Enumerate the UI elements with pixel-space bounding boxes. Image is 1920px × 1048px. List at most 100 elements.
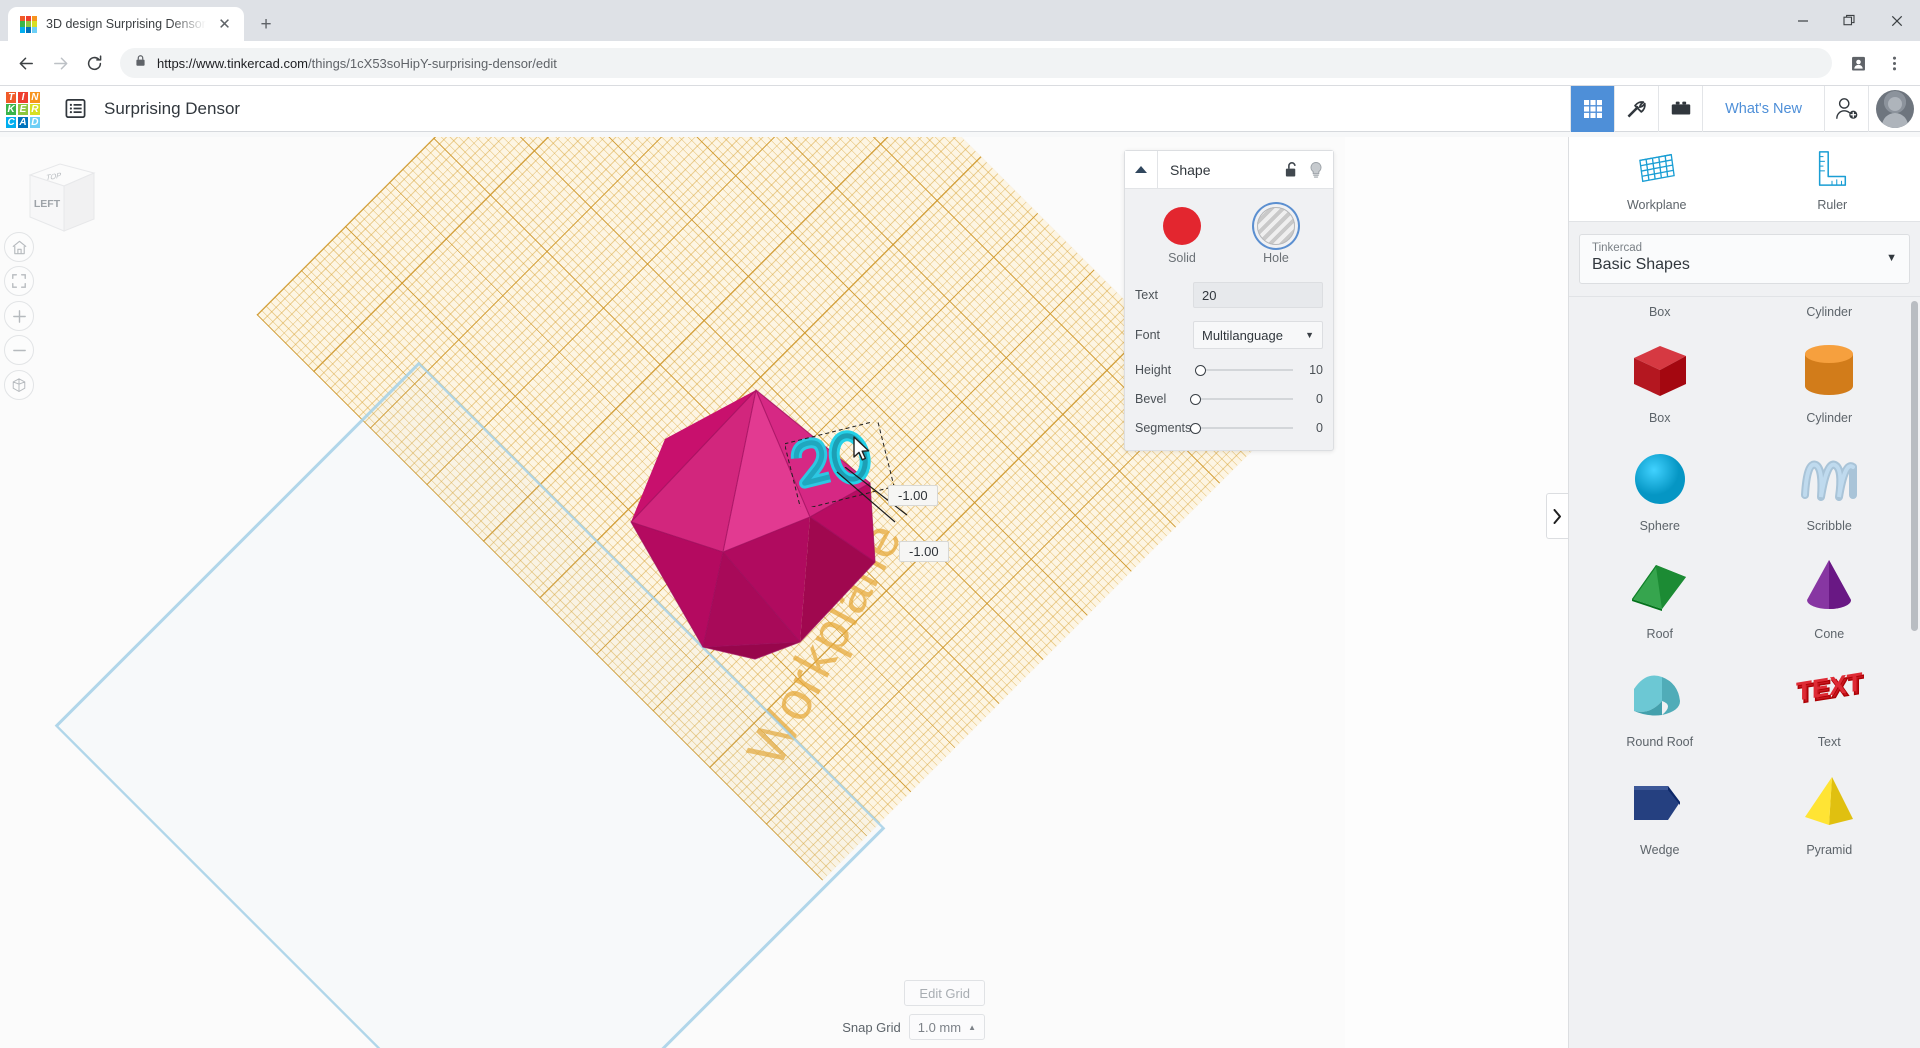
svg-text:TEXT: TEXT <box>1796 670 1862 707</box>
shape-item-pyramid[interactable]: Pyramid <box>1745 755 1915 863</box>
favicon-tile <box>31 27 37 33</box>
window-maximize-button[interactable] <box>1826 0 1873 41</box>
browser-tab[interactable]: 3D design Surprising Densor | Tin ✕ <box>8 7 244 41</box>
shape-item-label: Cylinder <box>1806 411 1853 425</box>
workplane-tool[interactable]: Workplane <box>1569 137 1745 221</box>
wedge-thumbnail-icon <box>1575 769 1745 837</box>
logo-tile-a: A <box>17 116 29 128</box>
favicon-tile <box>25 27 32 33</box>
ruler-tool[interactable]: Ruler <box>1745 137 1920 221</box>
app-header: TINKERCAD Surprising Densor What's New <box>0 85 1920 132</box>
bevel-value: 0 <box>1316 392 1323 406</box>
shape-item-sphere[interactable]: Sphere <box>1575 431 1745 539</box>
shape-library-grid[interactable]: Box Cylinder Box Cylinder Sphere Scribbl… <box>1569 296 1920 1048</box>
bevel-slider[interactable] <box>1190 391 1293 407</box>
hole-option[interactable]: Hole <box>1257 207 1295 265</box>
shape-item-text[interactable]: TEXT TEXT Text <box>1745 647 1915 755</box>
font-select[interactable]: Multilanguage ▼ <box>1193 321 1323 349</box>
segments-slider[interactable] <box>1190 420 1293 436</box>
shape-item-label: Roof <box>1646 627 1673 641</box>
inspector-title: Shape <box>1170 161 1211 178</box>
project-list-menu-icon[interactable] <box>62 96 88 122</box>
solid-color-swatch <box>1163 207 1201 245</box>
inspector-collapse-triangle-icon[interactable] <box>1125 151 1158 188</box>
solid-option[interactable]: Solid <box>1163 207 1201 265</box>
segments-slider-knob[interactable] <box>1190 422 1201 434</box>
shape-item-cone[interactable]: Cone <box>1745 539 1915 647</box>
fit-to-view-button[interactable] <box>4 266 34 296</box>
window-minimize-button[interactable] <box>1779 0 1826 41</box>
favicon-tile <box>25 15 32 21</box>
bevel-slider-knob[interactable] <box>1190 393 1201 405</box>
lego-brick-button[interactable] <box>1658 85 1702 132</box>
text-input[interactable]: 20 <box>1193 282 1323 308</box>
favicon-tile <box>31 15 37 21</box>
tab-close-icon[interactable]: ✕ <box>215 15 234 34</box>
partial-label-box: Box <box>1648 305 1671 319</box>
zoom-out-button[interactable] <box>4 335 34 365</box>
shape-item-roof[interactable]: Roof <box>1575 539 1745 647</box>
browser-toolbar: https://www.tinkercad.com/things/1cX53so… <box>0 41 1920 86</box>
shape-library-picker[interactable]: Tinkercad Basic Shapes ▼ <box>1579 234 1910 284</box>
whats-new-link[interactable]: What's New <box>1702 85 1824 132</box>
logo-tile-t: T <box>6 91 17 103</box>
font-property-label: Font <box>1135 328 1161 342</box>
tinkercad-3d-button[interactable] <box>1570 85 1615 132</box>
cone-thumbnail-icon <box>1745 553 1915 621</box>
window-close-button[interactable] <box>1873 0 1920 41</box>
shape-item-cylinder[interactable]: Cylinder <box>1745 323 1915 431</box>
browser-toolbar-right <box>1842 47 1910 79</box>
lightbulb-icon[interactable] <box>1305 151 1333 188</box>
perspective-toggle-button[interactable] <box>4 370 34 400</box>
segments-value: 0 <box>1316 421 1323 435</box>
browser-menu-icon[interactable] <box>1878 47 1910 79</box>
height-slider[interactable] <box>1193 362 1293 378</box>
solid-hole-toggle: Solid Hole <box>1135 201 1323 269</box>
sidebar-scrollbar[interactable] <box>1911 301 1918 631</box>
shape-item-round-roof[interactable]: Round Roof <box>1575 647 1745 755</box>
inspector-body: Solid Hole Text 20 Font Multilanguage ▼ <box>1125 189 1333 450</box>
shape-item-label: Scribble <box>1806 519 1852 533</box>
new-tab-button[interactable]: + <box>252 10 280 38</box>
sphere-thumbnail-icon <box>1575 445 1745 513</box>
document-title[interactable]: Surprising Densor <box>104 99 240 119</box>
address-bar[interactable]: https://www.tinkercad.com/things/1cX53so… <box>120 48 1832 78</box>
minecraft-pickaxe-button[interactable] <box>1614 85 1658 132</box>
chevron-up-icon: ▲ <box>968 1022 976 1032</box>
ruler-icon <box>1819 151 1847 186</box>
dimension-label-1[interactable]: -1.00 <box>888 485 938 506</box>
height-property-label: Height <box>1135 363 1172 377</box>
view-cube[interactable]: TOP LEFT <box>18 159 102 247</box>
shape-item-scribble[interactable]: Scribble <box>1745 431 1915 539</box>
workplane-grid-icon <box>1638 153 1675 183</box>
dimension-label-2[interactable]: -1.00 <box>899 541 949 562</box>
edit-grid-button[interactable]: Edit Grid <box>904 980 985 1006</box>
sidebar-collapse-button[interactable] <box>1546 493 1568 539</box>
shape-item-label: Round Roof <box>1626 735 1694 749</box>
height-value: 10 <box>1309 363 1323 377</box>
reload-button[interactable] <box>78 47 110 79</box>
tinkercad-logo-icon[interactable]: TIN KER CAD <box>6 91 40 128</box>
shape-item-box[interactable]: Box <box>1575 323 1745 431</box>
height-slider-knob[interactable] <box>1195 364 1206 376</box>
scribble-thumbnail-icon <box>1745 445 1915 513</box>
forward-button[interactable] <box>44 47 76 79</box>
unlock-icon[interactable] <box>1277 151 1305 188</box>
hole-label: Hole <box>1263 251 1289 265</box>
logo-tile-d: D <box>29 116 40 128</box>
font-select-value: Multilanguage <box>1202 327 1283 343</box>
zoom-in-button[interactable] <box>4 301 34 331</box>
property-row-height: Height 10 <box>1135 362 1323 378</box>
user-avatar[interactable] <box>1868 85 1920 132</box>
back-button[interactable] <box>10 47 42 79</box>
add-person-icon[interactable] <box>1824 85 1868 132</box>
profile-card-icon[interactable] <box>1842 47 1874 79</box>
cylinder-thumbnail-icon <box>1745 337 1915 405</box>
3d-viewport[interactable]: Workplane -1.00 -1.00 TOP LEFT Shape Sol… <box>0 137 1345 1048</box>
solid-label: Solid <box>1168 251 1196 265</box>
shape-item-wedge[interactable]: Wedge <box>1575 755 1745 863</box>
shape-item-label: Pyramid <box>1806 843 1853 857</box>
library-vendor: Tinkercad <box>1592 242 1643 254</box>
home-view-button[interactable] <box>4 232 34 262</box>
snap-grid-select[interactable]: 1.0 mm ▲ <box>908 1014 985 1040</box>
